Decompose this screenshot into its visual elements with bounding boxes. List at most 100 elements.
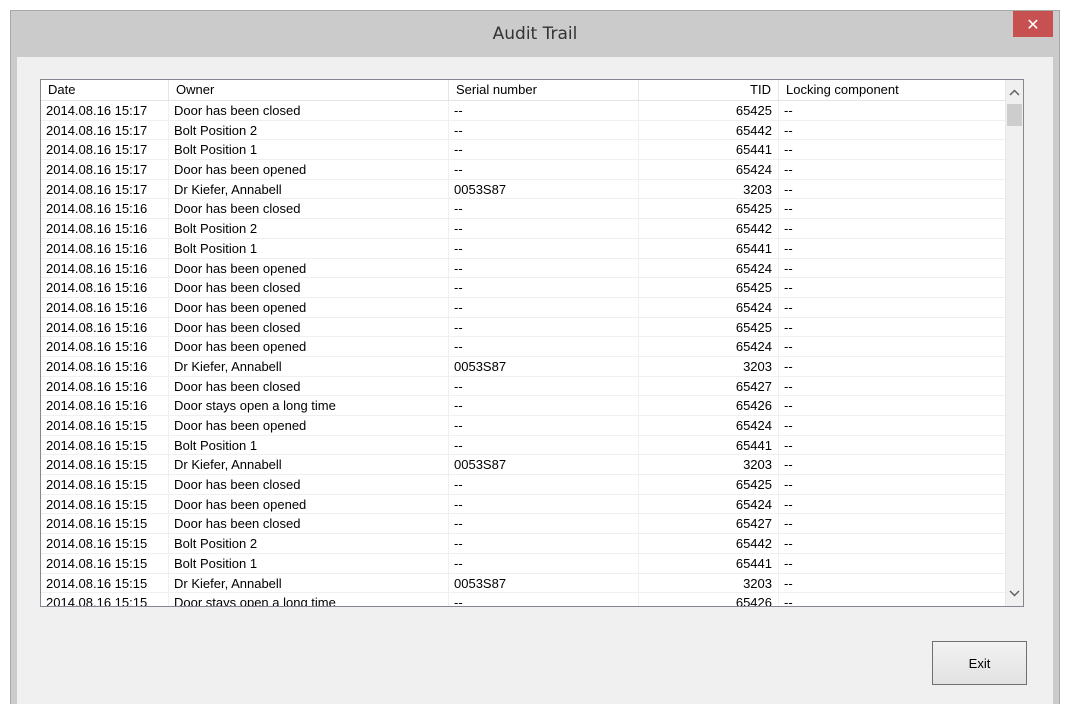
audit-trail-window: Audit Trail ✕ Date Owner Serial number T… — [10, 10, 1060, 704]
cell-locking-component: -- — [779, 337, 1006, 357]
cell-serial-number: -- — [449, 317, 639, 338]
audit-list-view[interactable]: Date Owner Serial number TID Locking com… — [40, 79, 1024, 607]
window-title: Audit Trail — [492, 24, 578, 44]
cell-date: 2014.08.16 15:15 — [41, 494, 169, 515]
scrollbar-thumb[interactable] — [1007, 104, 1022, 126]
cell-locking-component: -- — [779, 494, 1006, 515]
cell-tid: 3203 — [639, 573, 779, 594]
cell-locking-component: -- — [779, 258, 1006, 279]
column-header-serial-number[interactable]: Serial number — [449, 80, 639, 100]
cell-serial-number: -- — [449, 435, 639, 456]
table-row[interactable]: 2014.08.16 15:16 Door has been opened -- 65… — [41, 337, 1006, 357]
cell-serial-number: -- — [449, 396, 639, 416]
cell-owner: Bolt Position 1 — [169, 435, 449, 456]
column-header-date[interactable]: Date — [41, 80, 169, 100]
table-row[interactable]: 2014.08.16 15:16 Door has been closed -- 65… — [41, 317, 1006, 338]
cell-serial-number: -- — [449, 258, 639, 279]
cell-tid: 65426 — [639, 593, 779, 606]
cell-serial-number: -- — [449, 101, 639, 121]
cell-tid: 65442 — [639, 120, 779, 141]
cell-serial-number: -- — [449, 199, 639, 220]
cell-owner: Door has been opened — [169, 416, 449, 436]
cell-tid: 65424 — [639, 494, 779, 515]
cell-locking-component: -- — [779, 297, 1006, 318]
cell-owner: Dr Kiefer, Annabell — [169, 573, 449, 594]
column-header-tid[interactable]: TID — [639, 80, 779, 100]
cell-tid: 65424 — [639, 297, 779, 318]
table-row[interactable]: 2014.08.16 15:16 Door has been closed -- 65… — [41, 199, 1006, 220]
cell-tid: 65442 — [639, 534, 779, 554]
scroll-up-button[interactable] — [1006, 84, 1023, 101]
cell-serial-number: 0053S87 — [449, 455, 639, 476]
table-row[interactable]: 2014.08.16 15:16 Dr Kiefer, Annabell 0053… — [41, 356, 1006, 377]
table-row[interactable]: 2014.08.16 15:16 Door has been opened -- 65… — [41, 297, 1006, 318]
table-row[interactable]: 2014.08.16 15:17 Dr Kiefer, Annabell 0053… — [41, 179, 1006, 200]
cell-locking-component: -- — [779, 219, 1006, 239]
cell-locking-component: -- — [779, 140, 1006, 161]
cell-date: 2014.08.16 15:16 — [41, 297, 169, 318]
cell-tid: 3203 — [639, 356, 779, 377]
cell-date: 2014.08.16 15:16 — [41, 337, 169, 357]
cell-tid: 65424 — [639, 160, 779, 180]
table-row[interactable]: 2014.08.16 15:15 Dr Kiefer, Annabell 0053… — [41, 455, 1006, 476]
table-row[interactable]: 2014.08.16 15:15 Door has been closed -- 65… — [41, 475, 1006, 495]
title-bar[interactable]: Audit Trail ✕ — [11, 11, 1059, 57]
table-row[interactable]: 2014.08.16 15:17 Door has been closed -- 65… — [41, 101, 1006, 121]
cell-date: 2014.08.16 15:16 — [41, 258, 169, 279]
column-header-owner[interactable]: Owner — [169, 80, 449, 100]
cell-serial-number: -- — [449, 120, 639, 141]
cell-locking-component: -- — [779, 593, 1006, 606]
table-row[interactable]: 2014.08.16 15:16 Door has been closed -- 65… — [41, 376, 1006, 397]
cell-serial-number: 0053S87 — [449, 179, 639, 200]
cell-serial-number: -- — [449, 278, 639, 298]
table-row[interactable]: 2014.08.16 15:16 Bolt Position 1 -- 65441 -- — [41, 238, 1006, 259]
cell-serial-number: -- — [449, 514, 639, 535]
cell-owner: Door stays open a long time — [169, 396, 449, 416]
cell-owner: Door stays open a long time — [169, 593, 449, 606]
table-row[interactable]: 2014.08.16 15:15 Bolt Position 1 -- 65441 -- — [41, 435, 1006, 456]
cell-tid: 65425 — [639, 278, 779, 298]
cell-locking-component: -- — [779, 475, 1006, 495]
table-row[interactable]: 2014.08.16 15:15 Bolt Position 2 -- 65442 -- — [41, 534, 1006, 554]
cell-locking-component: -- — [779, 553, 1006, 574]
table-row[interactable]: 2014.08.16 15:15 Dr Kiefer, Annabell 0053… — [41, 573, 1006, 594]
cell-tid: 65425 — [639, 475, 779, 495]
close-button[interactable]: ✕ — [1013, 11, 1053, 37]
vertical-scrollbar[interactable] — [1005, 80, 1023, 606]
cell-owner: Door has been opened — [169, 297, 449, 318]
cell-locking-component: -- — [779, 317, 1006, 338]
table-row[interactable]: 2014.08.16 15:16 Door has been opened -- 65… — [41, 258, 1006, 279]
cell-date: 2014.08.16 15:15 — [41, 416, 169, 436]
cell-owner: Door has been closed — [169, 514, 449, 535]
table-row[interactable]: 2014.08.16 15:17 Door has been opened -- 65… — [41, 160, 1006, 180]
cell-date: 2014.08.16 15:17 — [41, 179, 169, 200]
cell-serial-number: -- — [449, 553, 639, 574]
scroll-down-button[interactable] — [1006, 585, 1023, 602]
cell-tid: 65427 — [639, 514, 779, 535]
cell-serial-number: -- — [449, 337, 639, 357]
exit-button[interactable]: Exit — [932, 641, 1027, 685]
cell-owner: Door has been opened — [169, 258, 449, 279]
cell-serial-number: 0053S87 — [449, 573, 639, 594]
cell-owner: Door has been opened — [169, 160, 449, 180]
table-row[interactable]: 2014.08.16 15:16 Door has been closed -- 65… — [41, 278, 1006, 298]
cell-serial-number: 0053S87 — [449, 356, 639, 377]
chevron-up-icon — [1009, 89, 1020, 96]
table-row[interactable]: 2014.08.16 15:17 Bolt Position 2 -- 65442 -- — [41, 120, 1006, 141]
table-row[interactable]: 2014.08.16 15:15 Bolt Position 1 -- 65441 -- — [41, 553, 1006, 574]
cell-locking-component: -- — [779, 534, 1006, 554]
table-row[interactable]: 2014.08.16 15:17 Bolt Position 1 -- 65441 -- — [41, 140, 1006, 161]
column-header-locking-component[interactable]: Locking component — [779, 80, 1006, 100]
cell-locking-component: -- — [779, 160, 1006, 180]
table-row[interactable]: 2014.08.16 15:15 Door has been opened -- 65… — [41, 416, 1006, 436]
cell-serial-number: -- — [449, 416, 639, 436]
cell-serial-number: -- — [449, 160, 639, 180]
cell-locking-component: -- — [779, 573, 1006, 594]
cell-locking-component: -- — [779, 179, 1006, 200]
table-row[interactable]: 2014.08.16 15:16 Door stays open a long t… — [41, 396, 1006, 416]
table-row[interactable]: 2014.08.16 15:15 Door has been opened -- 65… — [41, 494, 1006, 515]
table-row[interactable]: 2014.08.16 15:16 Bolt Position 2 -- 65442 -- — [41, 219, 1006, 239]
table-row[interactable]: 2014.08.16 15:15 Door stays open a long t… — [41, 593, 1006, 606]
cell-date: 2014.08.16 15:15 — [41, 475, 169, 495]
table-row[interactable]: 2014.08.16 15:15 Door has been closed -- 65… — [41, 514, 1006, 535]
